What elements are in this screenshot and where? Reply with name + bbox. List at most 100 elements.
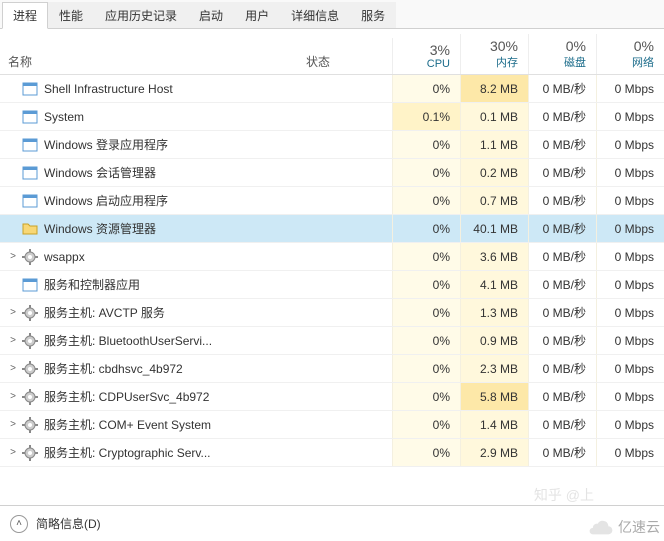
- expander-icon[interactable]: >: [6, 363, 20, 374]
- table-row[interactable]: >服务主机: COM+ Event System0%1.4 MB0 MB/秒0 …: [0, 411, 664, 439]
- process-name: System: [44, 110, 84, 124]
- watermark-logo: 亿速云: [588, 517, 660, 537]
- mem-cell: 1.1 MB: [460, 131, 528, 158]
- disk-cell: 0 MB/秒: [528, 355, 596, 382]
- net-cell: 0 Mbps: [596, 271, 664, 298]
- disk-cell: 0 MB/秒: [528, 187, 596, 214]
- window-icon: [22, 277, 38, 293]
- expander-icon[interactable]: >: [6, 391, 20, 402]
- table-row[interactable]: > wsappx 0%3.6 MB0 MB/秒0 Mbps: [0, 243, 664, 271]
- tab-1[interactable]: 性能: [48, 2, 94, 28]
- process-name-cell: >服务主机: AVCTP 服务: [0, 304, 302, 321]
- cpu-cell: 0%: [392, 355, 460, 382]
- cpu-cell: 0%: [392, 75, 460, 102]
- expander-icon[interactable]: >: [6, 307, 20, 318]
- table-row[interactable]: >服务主机: BluetoothUserServi...0%0.9 MB0 MB…: [0, 327, 664, 355]
- disk-cell: 0 MB/秒: [528, 243, 596, 270]
- gear-icon: [22, 445, 38, 461]
- tab-3[interactable]: 启动: [188, 2, 234, 28]
- table-row[interactable]: Windows 资源管理器0%40.1 MB0 MB/秒0 Mbps: [0, 215, 664, 243]
- table-row[interactable]: >服务主机: AVCTP 服务0%1.3 MB0 MB/秒0 Mbps: [0, 299, 664, 327]
- table-row[interactable]: 服务和控制器应用0%4.1 MB0 MB/秒0 Mbps: [0, 271, 664, 299]
- net-cell: 0 Mbps: [596, 103, 664, 130]
- mem-cell: 1.3 MB: [460, 299, 528, 326]
- tab-bar: 进程性能应用历史记录启动用户详细信息服务: [0, 0, 664, 29]
- tab-5[interactable]: 详细信息: [280, 2, 350, 28]
- gear-icon: [22, 305, 38, 321]
- disk-cell: 0 MB/秒: [528, 159, 596, 186]
- mem-cell: 0.1 MB: [460, 103, 528, 130]
- process-name-cell: Windows 会话管理器: [0, 164, 302, 181]
- cpu-cell: 0%: [392, 411, 460, 438]
- col-header-name[interactable]: 名称: [0, 49, 302, 74]
- mem-cell: 0.9 MB: [460, 327, 528, 354]
- disk-cell: 0 MB/秒: [528, 299, 596, 326]
- process-name: wsappx: [44, 250, 85, 264]
- less-info-link[interactable]: 简略信息(D): [36, 515, 101, 532]
- table-row[interactable]: >服务主机: cbdhsvc_4b9720%2.3 MB0 MB/秒0 Mbps: [0, 355, 664, 383]
- expander-icon[interactable]: >: [6, 419, 20, 430]
- cpu-cell: 0%: [392, 439, 460, 466]
- col-header-status[interactable]: 状态: [302, 49, 392, 74]
- watermark-text: 知乎 @上: [534, 485, 594, 505]
- tab-4[interactable]: 用户: [234, 2, 280, 28]
- folder-icon: [22, 221, 38, 237]
- process-name: Shell Infrastructure Host: [44, 82, 173, 96]
- chevron-up-icon[interactable]: ˄: [10, 515, 28, 533]
- col-header-memory[interactable]: 30% 内存: [460, 34, 528, 74]
- process-name-cell: >服务主机: COM+ Event System: [0, 416, 302, 433]
- mem-cell: 2.3 MB: [460, 355, 528, 382]
- window-icon: [22, 81, 38, 97]
- process-list[interactable]: Shell Infrastructure Host0%8.2 MB0 MB/秒0…: [0, 75, 664, 515]
- mem-cell: 5.8 MB: [460, 383, 528, 410]
- process-name-cell: 服务和控制器应用: [0, 276, 302, 293]
- expander-icon[interactable]: >: [6, 335, 20, 346]
- process-name-cell: Windows 资源管理器: [0, 220, 302, 237]
- expander-icon[interactable]: >: [6, 251, 20, 262]
- mem-cell: 4.1 MB: [460, 271, 528, 298]
- disk-cell: 0 MB/秒: [528, 75, 596, 102]
- table-row[interactable]: Windows 启动应用程序0%0.7 MB0 MB/秒0 Mbps: [0, 187, 664, 215]
- net-cell: 0 Mbps: [596, 159, 664, 186]
- table-row[interactable]: >服务主机: CDPUserSvc_4b9720%5.8 MB0 MB/秒0 M…: [0, 383, 664, 411]
- table-row[interactable]: Shell Infrastructure Host0%8.2 MB0 MB/秒0…: [0, 75, 664, 103]
- table-row[interactable]: Windows 会话管理器0%0.2 MB0 MB/秒0 Mbps: [0, 159, 664, 187]
- table-row[interactable]: Windows 登录应用程序0%1.1 MB0 MB/秒0 Mbps: [0, 131, 664, 159]
- tab-2[interactable]: 应用历史记录: [94, 2, 188, 28]
- gear-icon: [22, 361, 38, 377]
- process-name-cell: > wsappx: [0, 249, 302, 265]
- tab-6[interactable]: 服务: [350, 2, 396, 28]
- mem-cell: 2.9 MB: [460, 439, 528, 466]
- table-row[interactable]: System0.1%0.1 MB0 MB/秒0 Mbps: [0, 103, 664, 131]
- cpu-cell: 0%: [392, 243, 460, 270]
- disk-cell: 0 MB/秒: [528, 131, 596, 158]
- gear-icon: [22, 333, 38, 349]
- window-icon: [22, 193, 38, 209]
- net-cell: 0 Mbps: [596, 355, 664, 382]
- expander-icon[interactable]: >: [6, 447, 20, 458]
- process-name-cell: Windows 登录应用程序: [0, 136, 302, 153]
- disk-cell: 0 MB/秒: [528, 271, 596, 298]
- disk-cell: 0 MB/秒: [528, 439, 596, 466]
- net-cell: 0 Mbps: [596, 327, 664, 354]
- net-cell: 0 Mbps: [596, 187, 664, 214]
- net-cell: 0 Mbps: [596, 243, 664, 270]
- col-header-network[interactable]: 0% 网络: [596, 34, 664, 74]
- tab-0[interactable]: 进程: [2, 2, 48, 29]
- disk-cell: 0 MB/秒: [528, 215, 596, 242]
- table-row[interactable]: > 服务主机: Cryptographic Serv... 0%2.9 MB0 MB…: [0, 439, 664, 467]
- process-name: 服务主机: Cryptographic Serv...: [44, 444, 211, 461]
- cpu-cell: 0%: [392, 187, 460, 214]
- disk-cell: 0 MB/秒: [528, 411, 596, 438]
- process-name-cell: System: [0, 109, 302, 125]
- cpu-cell: 0%: [392, 327, 460, 354]
- net-cell: 0 Mbps: [596, 411, 664, 438]
- process-name: 服务主机: CDPUserSvc_4b972: [44, 388, 209, 405]
- col-header-cpu[interactable]: 3% CPU: [392, 38, 460, 74]
- column-headers: 名称 状态 3% CPU 30% 内存 0% 磁盘 0% 网络: [0, 29, 664, 75]
- cpu-cell: 0%: [392, 215, 460, 242]
- mem-cell: 3.6 MB: [460, 243, 528, 270]
- col-header-disk[interactable]: 0% 磁盘: [528, 34, 596, 74]
- process-name: Windows 会话管理器: [44, 164, 156, 181]
- window-icon: [22, 137, 38, 153]
